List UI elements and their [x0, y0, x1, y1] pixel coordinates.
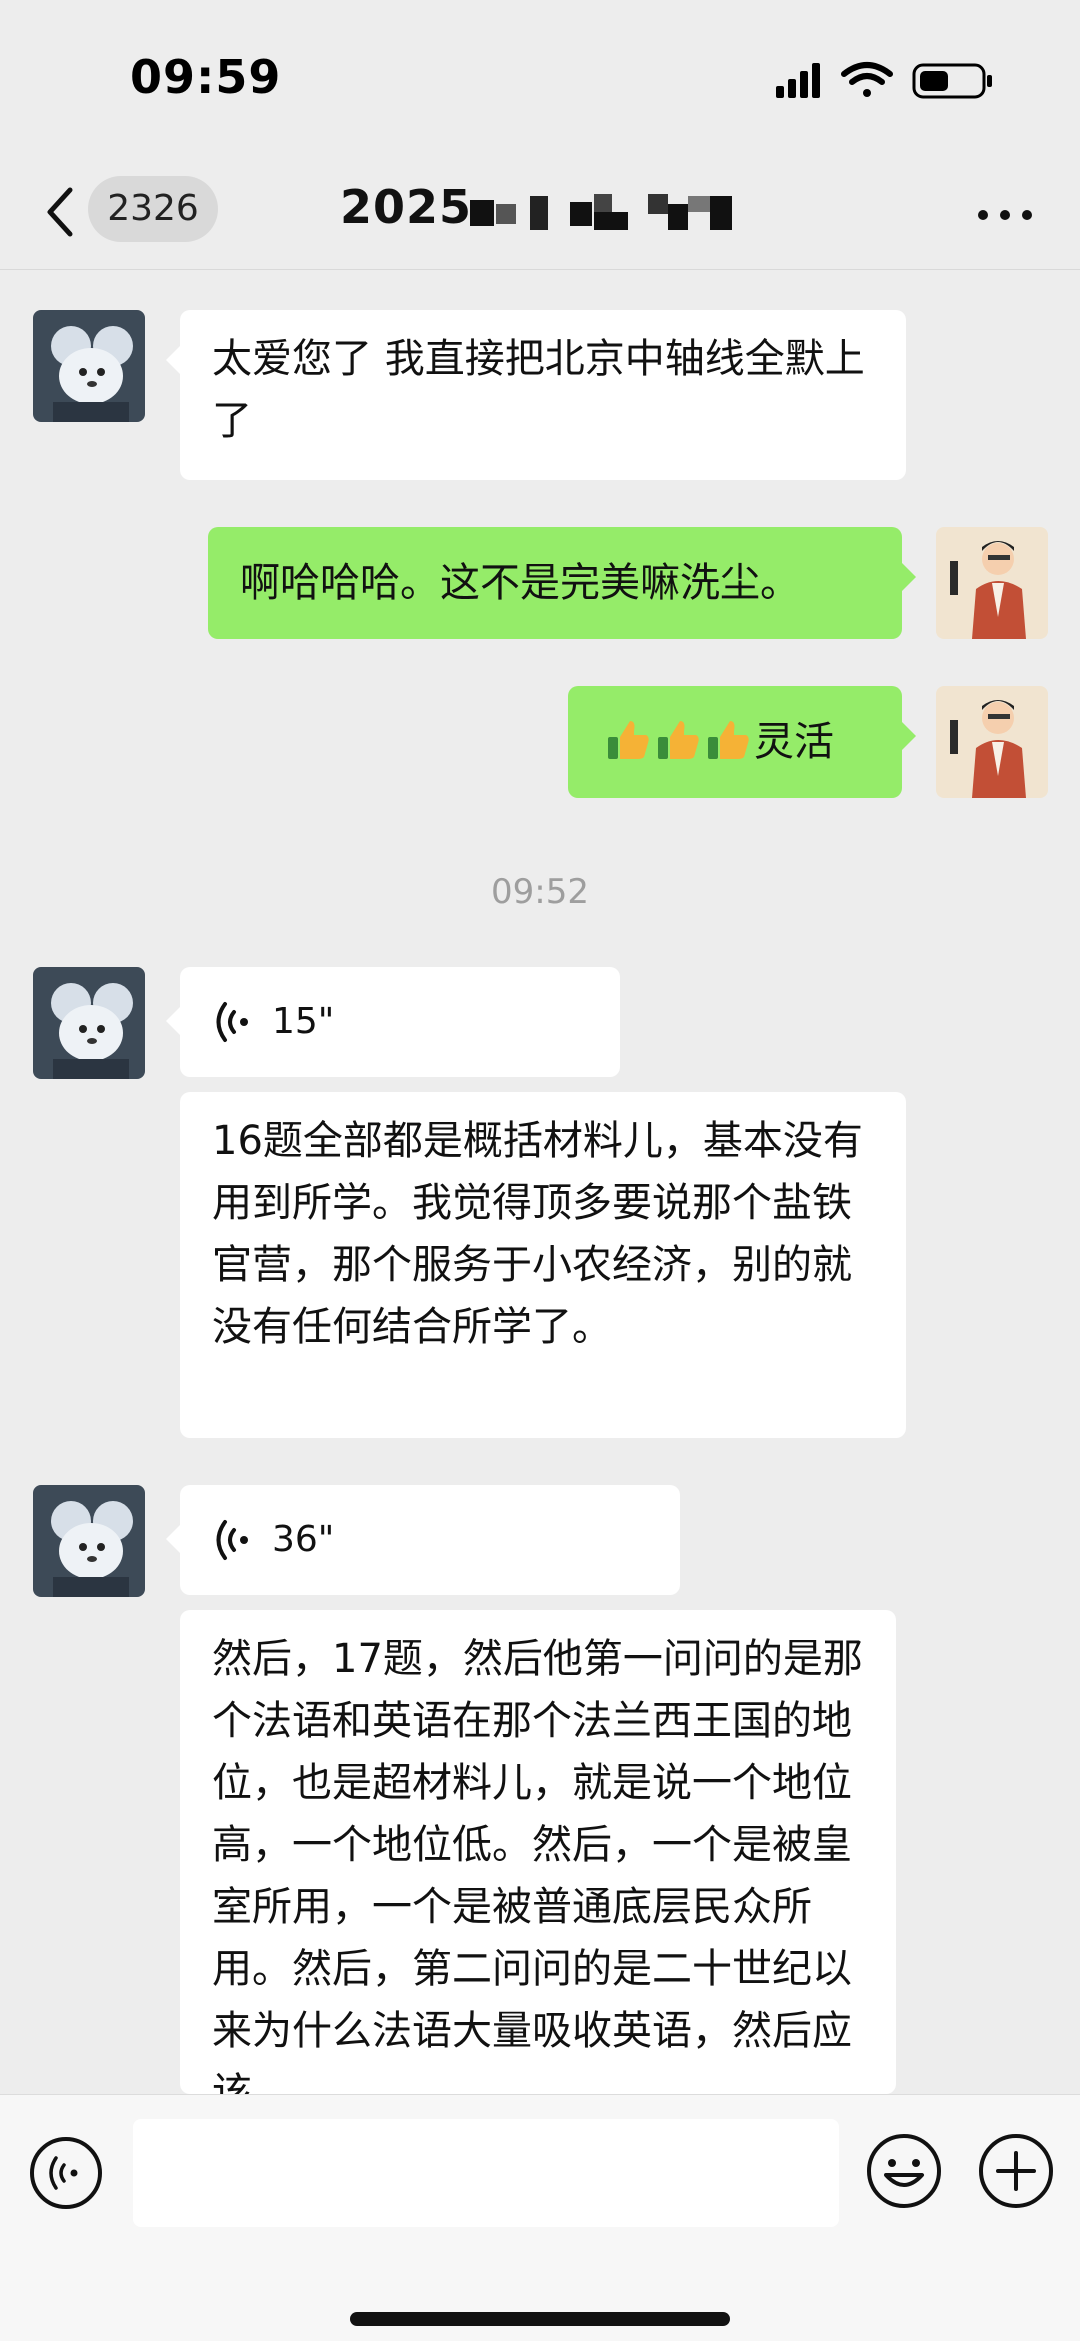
home-indicator: [350, 2312, 730, 2326]
message-text: 太爱您了 我直接把北京中轴线全默上了: [212, 336, 865, 444]
emoji-icon[interactable]: [864, 2131, 944, 2211]
status-time: 09:59: [130, 50, 282, 104]
my-avatar[interactable]: [936, 686, 1048, 798]
voice-icon[interactable]: [28, 2135, 104, 2211]
more-dots-icon[interactable]: [975, 200, 1035, 230]
message-bubble[interactable]: 16题全部都是概括材料儿，基本没有用到所学。我觉得顶多要说那个盐铁官营，那个服务…: [180, 1092, 906, 1438]
message-bubble[interactable]: 太爱您了 我直接把北京中轴线全默上了: [166, 310, 906, 480]
message-bubble-outgoing[interactable]: 灵活: [568, 686, 916, 798]
message-text: 16题全部都是概括材料儿，基本没有用到所学。我觉得顶多要说那个盐铁官营，那个服务…: [212, 1118, 863, 1350]
voice-message[interactable]: 36": [166, 1485, 680, 1595]
portrait-avatar-icon: [936, 686, 1048, 798]
mouse-avatar-icon: [33, 310, 145, 422]
chevron-left-icon[interactable]: [40, 182, 80, 242]
contact-avatar[interactable]: [33, 310, 145, 422]
portrait-avatar-icon: [936, 527, 1048, 639]
my-avatar[interactable]: [936, 527, 1048, 639]
status-bar: 09:59: [0, 0, 1080, 160]
mouse-avatar-icon: [33, 1485, 145, 1597]
thumbs-up-icon: [658, 721, 699, 759]
unread-count-badge[interactable]: 2326: [88, 176, 218, 242]
message-bubble-outgoing[interactable]: 啊哈哈哈。这不是完美嘛洗尘。: [208, 527, 916, 639]
message-text: 灵活: [754, 719, 834, 765]
signal-icon: [776, 63, 820, 98]
chat-timestamp: 09:52: [491, 872, 589, 912]
wifi-icon: [841, 62, 893, 97]
voice-duration: 15": [272, 1001, 335, 1042]
message-input[interactable]: [133, 2119, 839, 2227]
thumbs-up-icon: [708, 721, 749, 759]
voice-wave-icon: [216, 1002, 248, 1042]
input-bar: [0, 2094, 1080, 2341]
message-bubble[interactable]: 然后，17题，然后他第一问问的是那个法语和英语在那个法兰西王国的地位，也是超材料…: [180, 1610, 896, 2094]
message-text: 然后，17题，然后他第一问问的是那个法语和英语在那个法兰西王国的地位，也是超材料…: [212, 1636, 863, 2094]
contact-avatar[interactable]: [33, 967, 145, 1079]
contact-avatar[interactable]: [33, 1485, 145, 1597]
thumbs-up-icon: [608, 721, 649, 759]
message-text: 啊哈哈哈。这不是完美嘛洗尘。: [240, 560, 800, 606]
chat-title: 2025: [340, 180, 473, 234]
chat-header: 2326 2025: [0, 160, 1080, 270]
voice-wave-icon: [216, 1520, 248, 1560]
redacted-title-mosaic: [470, 194, 732, 230]
mouse-avatar-icon: [33, 967, 145, 1079]
voice-message[interactable]: 15": [166, 967, 620, 1077]
battery-icon: [912, 63, 992, 99]
voice-duration: 36": [272, 1519, 335, 1560]
status-icons: [776, 62, 992, 99]
plus-icon[interactable]: [976, 2131, 1056, 2211]
